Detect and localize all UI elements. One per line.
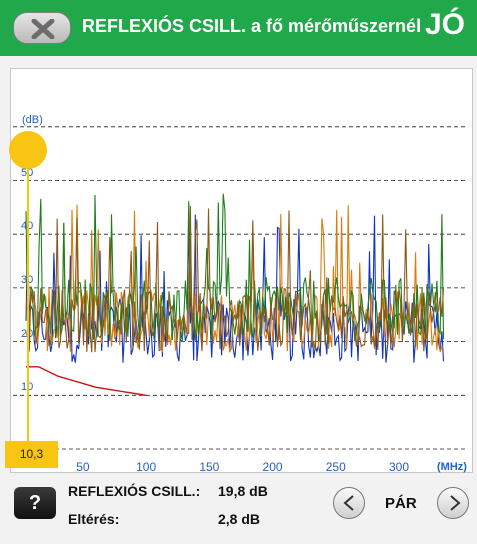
chevron-left-icon [343,495,354,511]
x-tick-label: 100 [136,460,157,474]
y-axis-unit: (dB) [22,114,43,126]
spectrum-series-1 [25,214,445,363]
next-pair-button[interactable] [437,487,469,519]
x-tick-label: 250 [325,460,346,474]
reflection-label: REFLEXIÓS CSILL.: [68,483,201,499]
deviation-value: 2,8 dB [218,511,261,527]
help-button[interactable]: ? [14,487,56,519]
x-tick-label: 50 [76,460,90,474]
limit-line [26,366,147,396]
x-tick-label: 200 [262,460,283,474]
marker-line [27,150,29,446]
x-tick-label: 300 [388,460,410,474]
chevron-right-icon [450,495,461,511]
x-tick-label: 150 [199,460,220,474]
reflection-value: 19,8 dB [218,483,268,499]
deviation-label: Eltérés: [68,511,120,527]
marker-handle[interactable] [9,131,47,169]
marker-readout: 10,3 [5,441,58,468]
x-axis-unit: (MHz) [437,461,467,473]
pair-label: PÁR [385,495,417,512]
previous-pair-button[interactable] [333,487,365,519]
